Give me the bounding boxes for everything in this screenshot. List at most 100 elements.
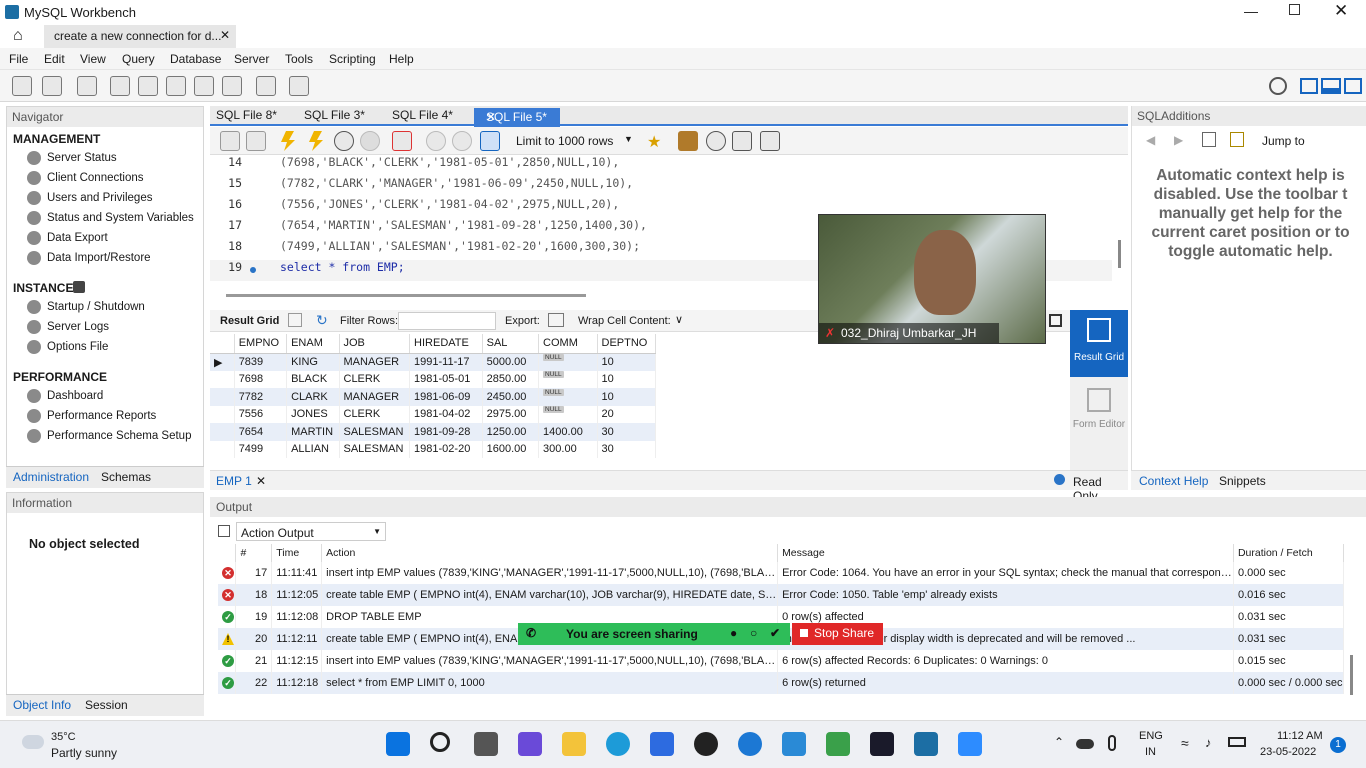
copy-output-icon[interactable] bbox=[218, 525, 230, 537]
jump-to-label[interactable]: Jump to bbox=[1262, 134, 1305, 148]
maximize-icon[interactable] bbox=[1289, 4, 1300, 15]
nav-server-status[interactable]: Server Status bbox=[27, 149, 117, 167]
menu-server[interactable]: Server bbox=[234, 52, 269, 66]
bookmark-star-icon[interactable]: ★ bbox=[647, 132, 661, 152]
nav-startup-shutdown[interactable]: Startup / Shutdown bbox=[27, 298, 145, 316]
clock-date[interactable]: 23-05-2022 bbox=[1260, 746, 1316, 758]
execute-current-icon[interactable] bbox=[309, 131, 323, 151]
file-explorer-icon[interactable] bbox=[562, 732, 586, 756]
autocommit-icon[interactable] bbox=[480, 131, 500, 151]
menu-scripting[interactable]: Scripting bbox=[329, 52, 376, 66]
limit-select[interactable]: Limit to 1000 rows bbox=[516, 134, 613, 148]
layout-bottom-icon[interactable] bbox=[1321, 78, 1341, 94]
video-icon[interactable]: ○ bbox=[750, 626, 757, 640]
home-icon[interactable]: ⌂ bbox=[13, 27, 23, 45]
save-icon[interactable] bbox=[246, 131, 266, 151]
menu-view[interactable]: View bbox=[80, 52, 106, 66]
app-icon[interactable] bbox=[694, 732, 718, 756]
table-row[interactable]: 7499 ALLIAN SALESMAN 1981-02-20 1600.00 300.0… bbox=[210, 440, 656, 458]
battery-icon[interactable] bbox=[1228, 737, 1246, 747]
mic-icon[interactable]: ● bbox=[730, 626, 737, 640]
close-result-tab-icon[interactable]: ✕ bbox=[256, 474, 266, 488]
table-row[interactable]: ✕ 17 11:11:41 insert intp EMP values (7839,… bbox=[218, 562, 1345, 584]
close-tab-icon[interactable]: ✕ bbox=[220, 28, 230, 42]
create-function-icon[interactable] bbox=[222, 76, 242, 96]
workbench-taskbar-icon[interactable] bbox=[914, 732, 938, 756]
weather-temp[interactable]: 35°C bbox=[51, 731, 76, 743]
tab-context-help[interactable]: Context Help bbox=[1139, 474, 1208, 488]
nav-status-variables[interactable]: Status and System Variables bbox=[27, 209, 194, 227]
layout-right-icon[interactable] bbox=[1344, 78, 1362, 94]
table-row[interactable]: ▶ 7839 KING MANAGER 1991-11-17 5000.00 NULL 10 bbox=[210, 353, 656, 371]
refresh-icon[interactable]: ↻ bbox=[316, 312, 328, 329]
invisible-chars-icon[interactable] bbox=[732, 131, 752, 151]
manual-help-icon[interactable] bbox=[1202, 132, 1216, 147]
table-row[interactable]: 7698 BLACK CLERK 1981-05-01 2850.00 NULL 10 bbox=[210, 370, 656, 388]
search-table-icon[interactable] bbox=[256, 76, 276, 96]
nav-performance-reports[interactable]: Performance Reports bbox=[27, 407, 156, 425]
inspector-icon[interactable] bbox=[77, 76, 97, 96]
search-icon[interactable] bbox=[430, 732, 450, 752]
help-icon[interactable] bbox=[738, 732, 762, 756]
video-tile[interactable]: ✗ 032_Dhiraj Umbarkar_JH bbox=[818, 214, 1046, 344]
microphone-icon[interactable] bbox=[1108, 735, 1116, 751]
table-row[interactable]: 7654 MARTIN SALESMAN 1981-09-28 1250.00 1400.… bbox=[210, 423, 656, 441]
nav-users-privileges[interactable]: Users and Privileges bbox=[27, 189, 152, 207]
wifi-icon[interactable]: ≈ bbox=[1181, 735, 1189, 751]
auto-help-icon[interactable] bbox=[1230, 132, 1244, 147]
grid-icon[interactable] bbox=[288, 313, 302, 327]
col-header[interactable]: SAL bbox=[482, 334, 540, 354]
cloud-icon[interactable] bbox=[1076, 739, 1094, 749]
tab-emp-1[interactable]: EMP 1 bbox=[216, 474, 252, 488]
nav-server-logs[interactable]: Server Logs bbox=[27, 318, 109, 336]
chevron-up-icon[interactable]: ⌃ bbox=[1054, 735, 1064, 749]
table-row[interactable]: ✕ 18 11:12:05 create table EMP ( EMPNO int(… bbox=[218, 584, 1345, 606]
tab-session[interactable]: Session bbox=[85, 698, 128, 712]
tab-sql-file-4[interactable]: SQL File 4* bbox=[386, 108, 459, 122]
filter-rows-input[interactable] bbox=[398, 312, 496, 330]
close-tab-icon[interactable]: ✕ bbox=[480, 110, 502, 124]
tab-snippets[interactable]: Snippets bbox=[1219, 474, 1266, 488]
language-code[interactable]: ENG bbox=[1139, 730, 1163, 742]
menu-file[interactable]: File bbox=[9, 52, 28, 66]
result-grid-button[interactable]: Result Grid bbox=[1070, 310, 1128, 377]
tab-sql-file-5[interactable]: SQL File 5* ✕ bbox=[474, 108, 560, 128]
col-header[interactable]: DEPTNO bbox=[597, 334, 656, 354]
menu-database[interactable]: Database bbox=[170, 52, 221, 66]
new-sql-tab-icon[interactable] bbox=[12, 76, 32, 96]
table-row[interactable]: ✓ 22 11:12:18 select * from EMP LIMIT 0, 10… bbox=[218, 672, 1345, 694]
stop-share-button[interactable]: Stop Share bbox=[792, 623, 883, 645]
beautify-icon[interactable] bbox=[678, 131, 698, 151]
rollback-icon[interactable] bbox=[452, 131, 472, 151]
output-mode-select[interactable]: Action Output ▼ bbox=[236, 522, 386, 541]
explain-icon[interactable] bbox=[334, 131, 354, 151]
zoom-icon[interactable] bbox=[958, 732, 982, 756]
edge-icon[interactable] bbox=[606, 732, 630, 756]
store-icon[interactable] bbox=[650, 732, 674, 756]
notification-badge[interactable]: 1 bbox=[1330, 737, 1346, 753]
toggle-panel-icon[interactable] bbox=[1049, 314, 1062, 327]
editor-app-icon[interactable] bbox=[826, 732, 850, 756]
export-icon[interactable] bbox=[548, 313, 564, 327]
connection-tab[interactable]: create a new connection for d... ✕ bbox=[44, 25, 236, 48]
nav-data-import[interactable]: Data Import/Restore bbox=[27, 249, 151, 267]
wrap-cell-icon[interactable]: ∨ bbox=[675, 313, 683, 326]
col-header[interactable]: JOB bbox=[339, 334, 411, 354]
nav-dashboard[interactable]: Dashboard bbox=[27, 387, 103, 405]
mysql-shell-icon[interactable] bbox=[870, 732, 894, 756]
create-schema-icon[interactable] bbox=[110, 76, 130, 96]
start-icon[interactable] bbox=[386, 732, 410, 756]
open-sql-file-icon[interactable] bbox=[42, 76, 62, 96]
weather-icon[interactable] bbox=[22, 735, 44, 749]
teams-icon[interactable] bbox=[518, 732, 542, 756]
editor-hscroll[interactable] bbox=[226, 294, 586, 297]
close-icon[interactable]: ✕ bbox=[1334, 1, 1348, 21]
notepad-icon[interactable] bbox=[782, 732, 806, 756]
menu-edit[interactable]: Edit bbox=[44, 52, 65, 66]
forward-icon[interactable]: ▶ bbox=[1174, 133, 1183, 147]
minimize-icon[interactable]: — bbox=[1244, 3, 1258, 19]
col-header[interactable]: EMPNO bbox=[234, 334, 288, 354]
create-procedure-icon[interactable] bbox=[194, 76, 214, 96]
form-editor-button[interactable]: Form Editor bbox=[1070, 382, 1128, 437]
back-icon[interactable]: ◀ bbox=[1146, 133, 1155, 147]
